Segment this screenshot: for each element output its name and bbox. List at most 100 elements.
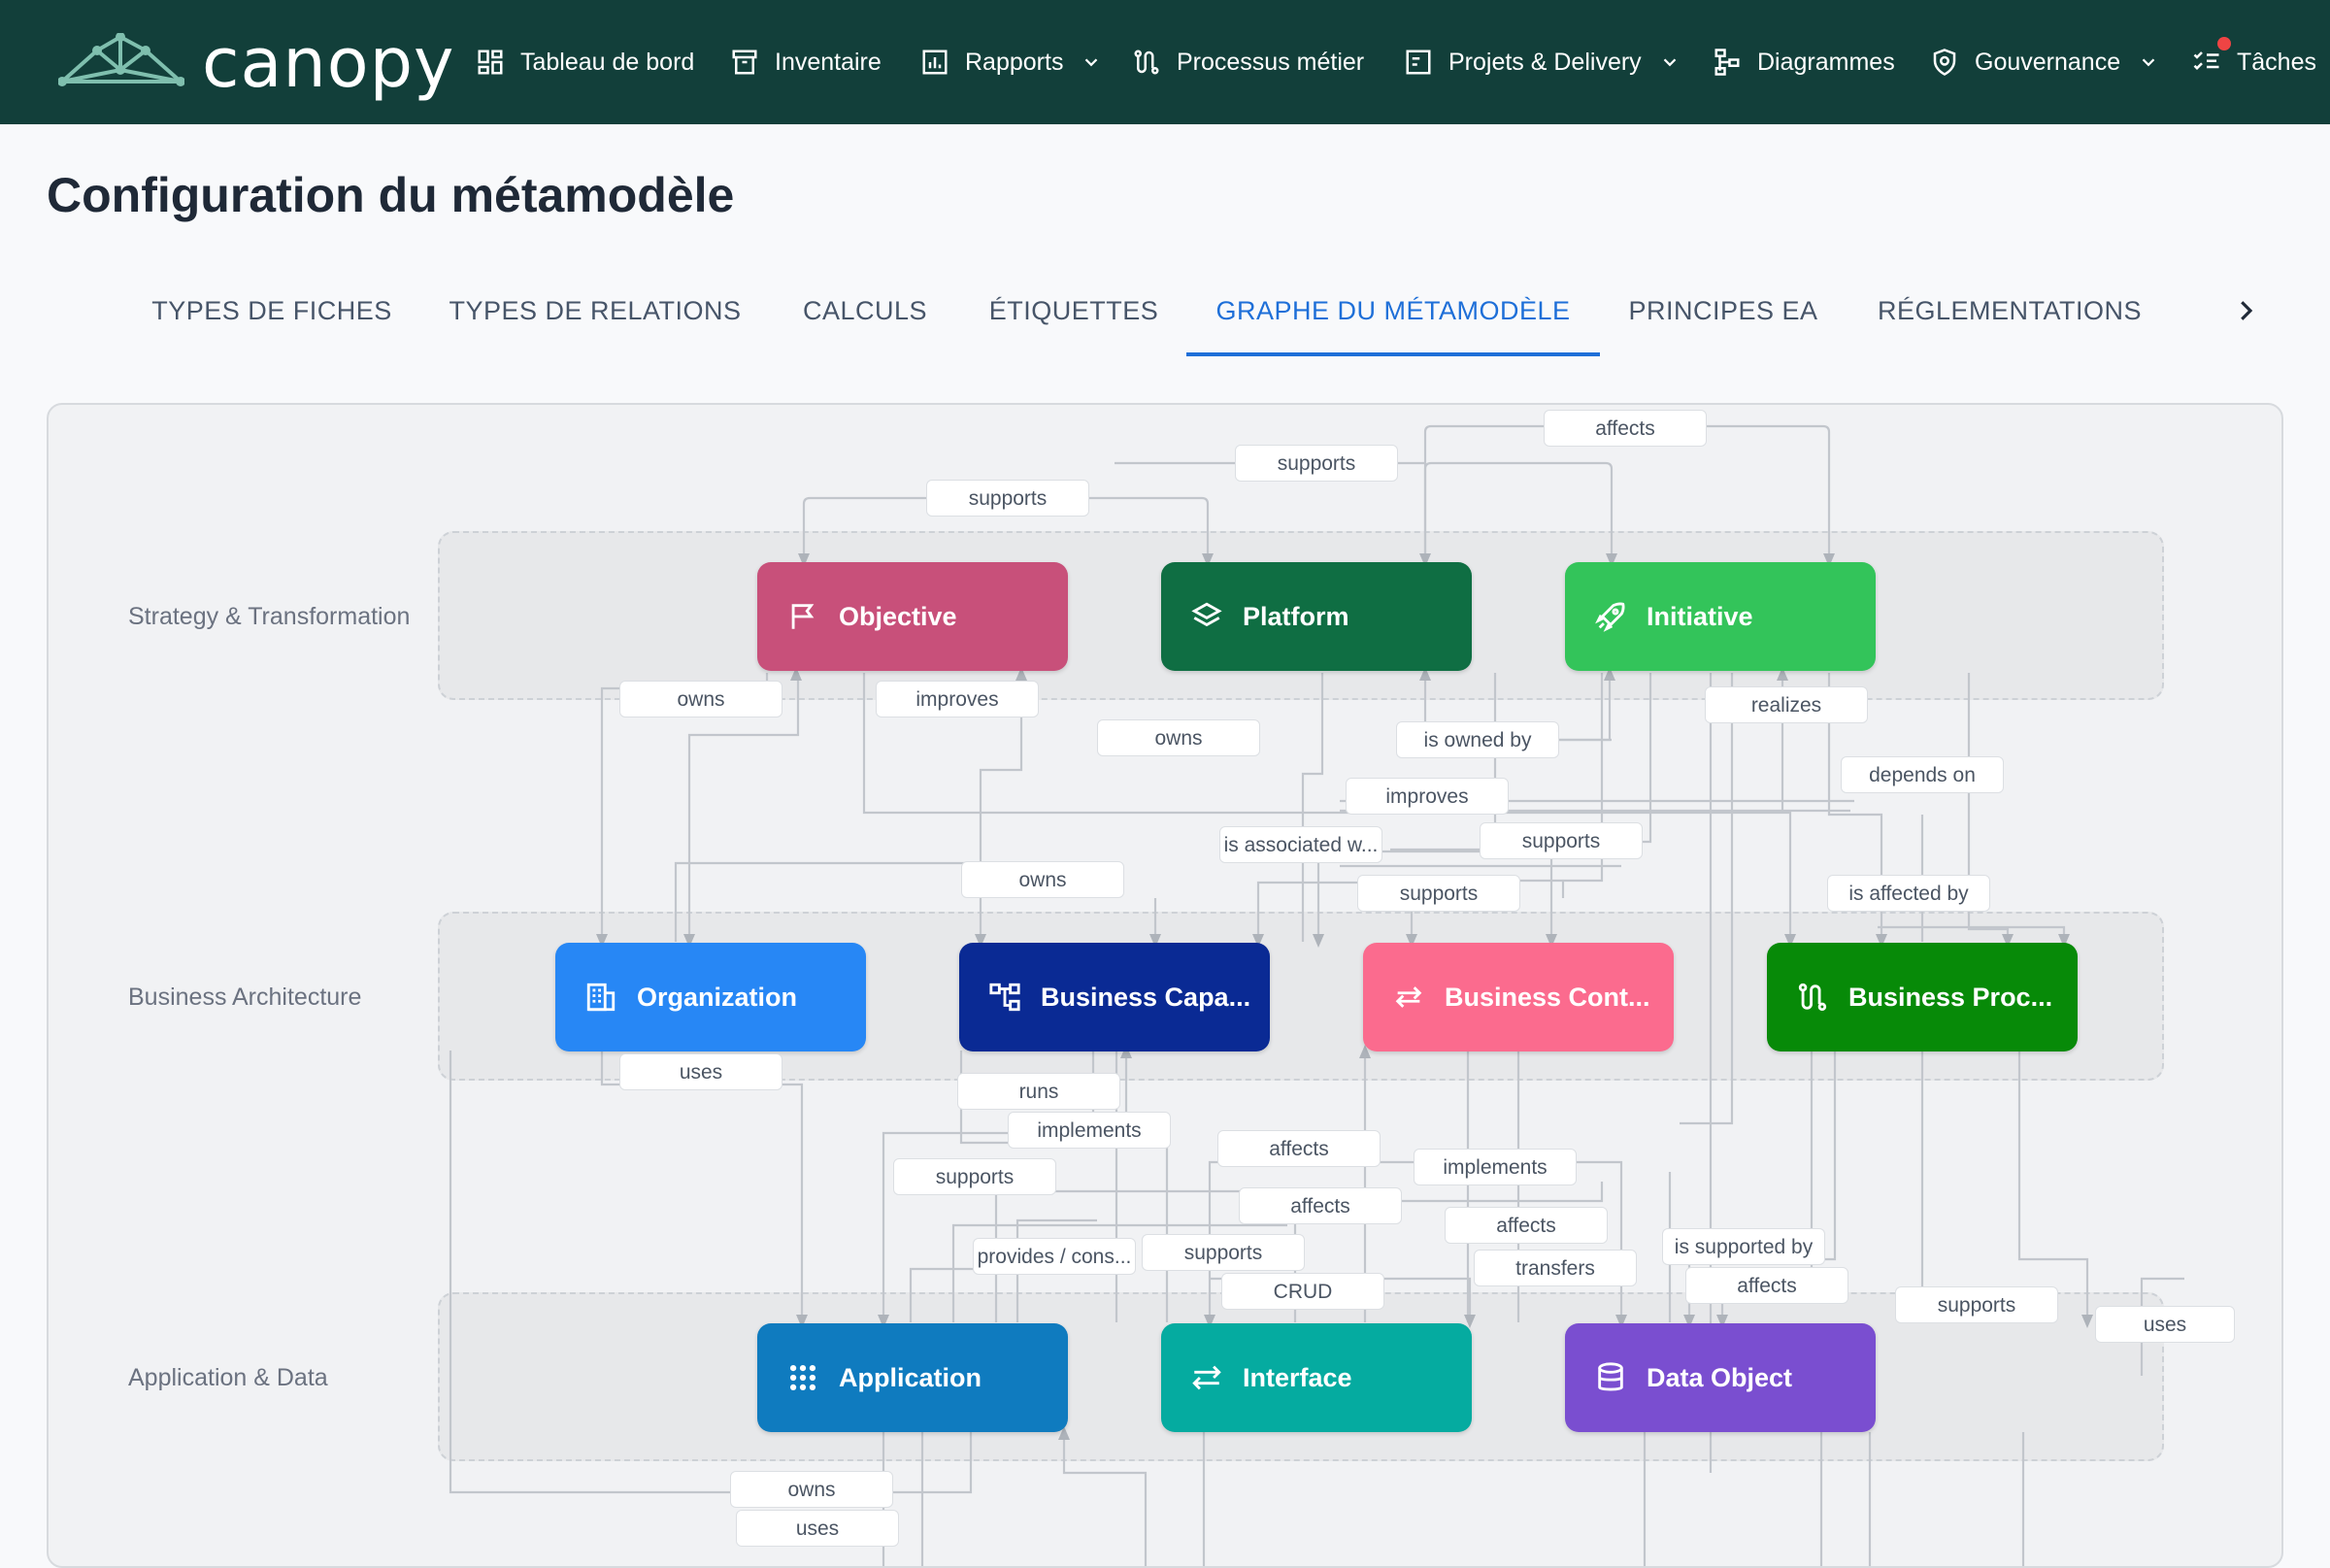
nav-governance-label: Gouvernance: [1975, 48, 2121, 76]
nav-processes-label: Processus métier: [1177, 48, 1365, 76]
node-label: Organization: [637, 982, 798, 1012]
node-label: Platform: [1243, 601, 1349, 631]
swap-icon: [1192, 1365, 1221, 1390]
edge-label: affects: [1217, 1130, 1381, 1167]
edge-label: supports: [1357, 875, 1520, 912]
canopy-logo[interactable]: canopy: [58, 23, 453, 103]
nav-inventory-label: Inventaire: [775, 48, 882, 76]
node-initiative[interactable]: Initiative: [1565, 562, 1876, 671]
nav-reports-label: Rapports: [965, 48, 1064, 76]
edge-label: uses: [736, 1510, 899, 1547]
nav-dashboard-label: Tableau de bord: [520, 48, 695, 76]
tab-ea-principles[interactable]: PRINCIPES EA: [1612, 282, 1835, 340]
checklist-icon: [2193, 51, 2219, 71]
nav-diagrams[interactable]: Diagrammes: [1713, 0, 1895, 124]
edge-label: provides / cons...: [973, 1238, 1136, 1275]
edge-label: improves: [876, 681, 1039, 717]
edge-label: owns: [730, 1471, 893, 1508]
edge-label: affects: [1239, 1187, 1402, 1224]
node-label: Data Object: [1647, 1362, 1793, 1392]
edge-label: affects: [1445, 1207, 1608, 1244]
node-objective[interactable]: Objective: [757, 562, 1068, 671]
metamodel-graph-canvas[interactable]: Strategy & Transformation Business Archi…: [47, 403, 2283, 1568]
tab-regulations[interactable]: RÉGLEMENTATIONS: [1862, 282, 2157, 340]
edge-label: supports: [1235, 445, 1398, 482]
nav-tasks-label: Tâches: [2237, 48, 2316, 76]
chart-icon: [922, 50, 948, 75]
edge-label: realizes: [1705, 686, 1868, 723]
nav-dashboard[interactable]: Tableau de bord: [476, 0, 694, 124]
node-label: Business Capa...: [1041, 982, 1251, 1012]
edge-label: transfers: [1474, 1250, 1637, 1286]
node-label: Objective: [839, 601, 957, 631]
node-business-capability[interactable]: Business Capa...: [959, 943, 1270, 1051]
node-label: Business Cont...: [1445, 982, 1650, 1012]
edge-label: is affected by: [1827, 875, 1990, 912]
edge-label: supports: [1895, 1286, 2058, 1323]
grid-icon: [789, 1364, 816, 1391]
nav-inventory[interactable]: Inventaire: [730, 0, 882, 124]
nav-governance[interactable]: Gouvernance: [1930, 0, 2159, 124]
edge-label: is owned by: [1396, 721, 1559, 758]
tab-metamodel-graph[interactable]: GRAPHE DU MÉTAMODÈLE: [1186, 282, 1600, 340]
node-label: Application: [839, 1362, 982, 1392]
node-business-context[interactable]: Business Cont...: [1363, 943, 1674, 1051]
edge-label: implements: [1008, 1112, 1171, 1149]
chevron-down-icon: [2142, 58, 2155, 67]
diagram-icon: [1714, 49, 1740, 76]
nav-projects-label: Projets & Delivery: [1448, 48, 1642, 76]
archive-icon: [732, 50, 757, 75]
arrows-icon: [1395, 986, 1422, 1008]
flag-icon: [791, 604, 815, 629]
hierarchy-icon: [989, 983, 1020, 1012]
edge-label: supports: [1142, 1234, 1305, 1271]
edge-label: owns: [1097, 719, 1260, 756]
node-label: Initiative: [1647, 601, 1753, 631]
node-business-process[interactable]: Business Proc...: [1767, 943, 2078, 1051]
nav-tasks[interactable]: Tâches: [2192, 0, 2316, 124]
node-application[interactable]: Application: [757, 1323, 1068, 1432]
edge-label: uses: [619, 1053, 782, 1090]
dashboard-icon: [478, 50, 503, 75]
building-icon: [586, 983, 616, 1012]
nav-reports[interactable]: Rapports: [920, 0, 1102, 124]
edge-label: affects: [1544, 410, 1707, 447]
node-platform[interactable]: Platform: [1161, 562, 1472, 671]
page-title: Configuration du métamodèle: [47, 168, 735, 222]
tab-tags[interactable]: ÉTIQUETTES: [977, 282, 1171, 340]
rocket-icon: [1595, 602, 1625, 632]
tab-card-types[interactable]: TYPES DE FICHES: [136, 282, 408, 340]
process-icon: [1798, 983, 1827, 1012]
node-label: Interface: [1243, 1362, 1352, 1392]
edge-label: runs: [957, 1073, 1120, 1110]
edge-label: affects: [1685, 1267, 1848, 1304]
project-icon: [1406, 50, 1431, 75]
node-data-object[interactable]: Data Object: [1565, 1323, 1876, 1432]
tab-calculations[interactable]: CALCULS: [782, 282, 948, 340]
edge-label: depends on: [1841, 756, 2004, 793]
chevron-down-icon: [1085, 58, 1098, 67]
node-organization[interactable]: Organization: [555, 943, 866, 1051]
nav-diagrams-label: Diagrammes: [1757, 48, 1895, 76]
edge-label: is supported by: [1662, 1228, 1825, 1265]
tab-relation-types[interactable]: TYPES DE RELATIONS: [437, 282, 753, 340]
edge-label: supports: [893, 1158, 1056, 1195]
logo-text: canopy: [202, 23, 455, 103]
edge-label: owns: [961, 861, 1124, 898]
edge-label: improves: [1346, 778, 1509, 815]
top-navigation-bar: canopy Tableau de bord Inventaire Rappor…: [0, 0, 2330, 124]
database-icon: [1598, 1362, 1623, 1391]
edge-label: owns: [619, 681, 782, 717]
logo-network-icon: [58, 33, 184, 86]
node-interface[interactable]: Interface: [1161, 1323, 1472, 1432]
tab-bar: TYPES DE FICHES TYPES DE RELATIONS CALCU…: [0, 282, 2330, 359]
notification-dot: [2217, 37, 2231, 50]
chevron-right-icon[interactable]: [2231, 293, 2260, 328]
chevron-down-icon: [1663, 58, 1676, 67]
edge-label: is associated w...: [1219, 826, 1382, 863]
edge-label: CRUD: [1221, 1273, 1384, 1310]
nav-projects[interactable]: Projets & Delivery: [1404, 0, 1681, 124]
active-tab-indicator: [1186, 352, 1600, 356]
nav-processes[interactable]: Processus métier: [1132, 0, 1364, 124]
edge-label: supports: [926, 480, 1089, 517]
